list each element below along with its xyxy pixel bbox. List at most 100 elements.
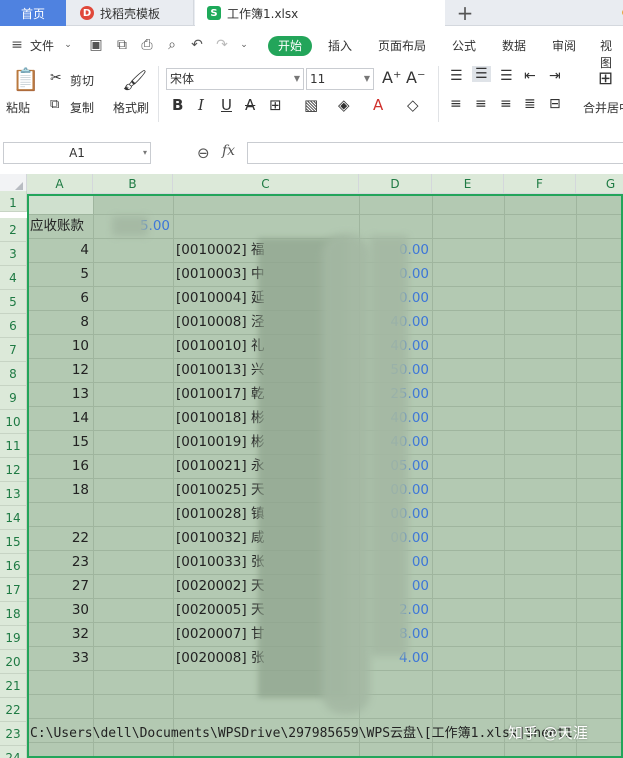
menu-data[interactable]: 数据 bbox=[502, 37, 526, 54]
row-header[interactable]: 24 bbox=[0, 746, 27, 758]
row-header[interactable]: 19 bbox=[0, 626, 27, 650]
column-header-e[interactable]: E bbox=[432, 174, 504, 194]
align-center-icon[interactable]: ≡ bbox=[475, 96, 487, 112]
cell-a[interactable]: 18 bbox=[27, 478, 93, 502]
increase-font-icon[interactable]: A⁺ bbox=[382, 68, 401, 87]
zoom-icon[interactable]: ⊖ bbox=[197, 144, 210, 162]
row-header[interactable]: 1 bbox=[0, 191, 27, 212]
menu-insert[interactable]: 插入 bbox=[328, 37, 352, 54]
bold-icon[interactable]: B bbox=[172, 96, 183, 114]
merge-center-button[interactable]: 合并居中 bbox=[583, 99, 623, 116]
merge-icon[interactable]: ⊞ bbox=[598, 68, 613, 89]
cell-a[interactable]: 4 bbox=[27, 238, 93, 262]
copy-button[interactable]: 复制 bbox=[70, 99, 94, 116]
paste-icon[interactable]: 📋 bbox=[12, 68, 39, 93]
row-header[interactable]: 23 bbox=[0, 722, 27, 746]
row-header[interactable]: 11 bbox=[0, 434, 27, 458]
cut-button[interactable]: 剪切 bbox=[70, 72, 94, 89]
paste-button[interactable]: 粘贴 bbox=[6, 99, 30, 116]
font-size-select[interactable]: 11 ▼ bbox=[306, 68, 374, 90]
row-header[interactable]: 8 bbox=[0, 362, 27, 386]
menu-review[interactable]: 审阅 bbox=[552, 37, 576, 54]
row-header[interactable]: 14 bbox=[0, 506, 27, 530]
distributed-icon[interactable]: ⊟ bbox=[549, 96, 561, 112]
font-color-icon[interactable]: A bbox=[373, 96, 383, 114]
cell-a[interactable]: 6 bbox=[27, 286, 93, 310]
tab-home[interactable]: 首页 bbox=[0, 0, 66, 26]
row-header[interactable]: 6 bbox=[0, 314, 27, 338]
cell-a[interactable]: 5 bbox=[27, 262, 93, 286]
align-bottom-icon[interactable]: ☰ bbox=[500, 68, 513, 84]
row-header[interactable]: 15 bbox=[0, 530, 27, 554]
undo-icon[interactable]: ↶ bbox=[189, 37, 205, 53]
menu-start[interactable]: 开始 bbox=[268, 36, 312, 56]
justify-icon[interactable]: ≣ bbox=[524, 96, 536, 112]
column-header-a[interactable]: A bbox=[27, 174, 93, 194]
row-header[interactable]: 10 bbox=[0, 410, 27, 434]
menu-page-layout[interactable]: 页面布局 bbox=[378, 37, 426, 54]
align-top-icon[interactable]: ☰ bbox=[450, 68, 463, 84]
menu-file[interactable]: 文件 bbox=[30, 37, 54, 54]
cell-a2[interactable]: 应收账款 bbox=[30, 214, 92, 238]
border-icon[interactable]: ⊞ bbox=[269, 96, 282, 114]
cell-a[interactable]: 22 bbox=[27, 526, 93, 550]
cell-a[interactable]: 8 bbox=[27, 310, 93, 334]
underline-icon[interactable]: U bbox=[221, 96, 232, 114]
tab-document[interactable]: S 工作簿1.xlsx bbox=[195, 0, 623, 26]
row-header[interactable]: 22 bbox=[0, 698, 27, 722]
tab-template[interactable]: D 找稻壳模板 bbox=[66, 0, 194, 26]
print-icon[interactable]: ⎙ bbox=[139, 37, 155, 53]
column-header-c[interactable]: C bbox=[173, 174, 359, 194]
row-header[interactable]: 18 bbox=[0, 602, 27, 626]
strikethrough-icon[interactable]: A bbox=[245, 96, 255, 114]
clear-icon[interactable]: ◇ bbox=[407, 96, 419, 114]
row-header[interactable]: 7 bbox=[0, 338, 27, 362]
cell-a[interactable]: 16 bbox=[27, 454, 93, 478]
redo-icon[interactable]: ↷ bbox=[214, 37, 230, 53]
hamburger-icon[interactable]: ≡ bbox=[9, 37, 25, 53]
align-right-icon[interactable]: ≡ bbox=[500, 96, 512, 112]
cell-a[interactable]: 15 bbox=[27, 430, 93, 454]
column-header-f[interactable]: F bbox=[504, 174, 576, 194]
format-painter-button[interactable]: 格式刷 bbox=[113, 99, 149, 116]
chevron-down-icon[interactable]: ⌄ bbox=[60, 37, 76, 53]
print-preview-icon[interactable]: ⌕ bbox=[164, 37, 180, 53]
row-header[interactable]: 4 bbox=[0, 266, 27, 290]
cell-a[interactable]: 13 bbox=[27, 382, 93, 406]
column-header-d[interactable]: D bbox=[359, 174, 432, 194]
indent-increase-icon[interactable]: ⇥ bbox=[549, 68, 561, 84]
row-header[interactable]: 12 bbox=[0, 458, 27, 482]
align-left-icon[interactable]: ≡ bbox=[450, 96, 462, 112]
font-name-select[interactable]: 宋体 ▼ bbox=[166, 68, 304, 90]
cell-a[interactable]: 12 bbox=[27, 358, 93, 382]
active-cell-a1[interactable] bbox=[27, 194, 93, 215]
indent-decrease-icon[interactable]: ⇤ bbox=[524, 68, 536, 84]
cell-a[interactable] bbox=[27, 502, 93, 526]
scissors-icon[interactable]: ✂ bbox=[50, 70, 62, 86]
row-header[interactable]: 5 bbox=[0, 290, 27, 314]
cell-a[interactable]: 23 bbox=[27, 550, 93, 574]
more-chevron-icon[interactable]: ⌄ bbox=[236, 37, 252, 53]
row-header[interactable]: 13 bbox=[0, 482, 27, 506]
row-header[interactable]: 21 bbox=[0, 674, 27, 698]
menu-view[interactable]: 视图 bbox=[600, 37, 623, 71]
name-box[interactable]: A1 ▾ bbox=[3, 142, 151, 164]
menu-formula[interactable]: 公式 bbox=[452, 37, 476, 54]
copy-icon[interactable]: ⧉ bbox=[50, 97, 59, 112]
row-header[interactable]: 16 bbox=[0, 554, 27, 578]
fx-icon[interactable]: fx bbox=[222, 143, 235, 159]
cell-a[interactable]: 10 bbox=[27, 334, 93, 358]
italic-icon[interactable]: I bbox=[198, 96, 204, 114]
plus-icon[interactable]: + bbox=[452, 0, 478, 26]
column-header-b[interactable]: B bbox=[93, 174, 173, 194]
formula-input[interactable] bbox=[247, 142, 623, 164]
row-header[interactable]: 2 bbox=[0, 218, 27, 242]
decrease-font-icon[interactable]: A⁻ bbox=[406, 68, 425, 87]
export-icon[interactable]: ⧉ bbox=[114, 37, 130, 53]
cell-a[interactable]: 27 bbox=[27, 574, 93, 598]
row-header[interactable]: 20 bbox=[0, 650, 27, 674]
save-icon[interactable]: ▣ bbox=[88, 37, 104, 53]
cell-style-icon[interactable]: ▧ bbox=[304, 96, 318, 114]
row-header[interactable]: 17 bbox=[0, 578, 27, 602]
format-painter-icon[interactable]: 🖌 bbox=[122, 68, 147, 92]
